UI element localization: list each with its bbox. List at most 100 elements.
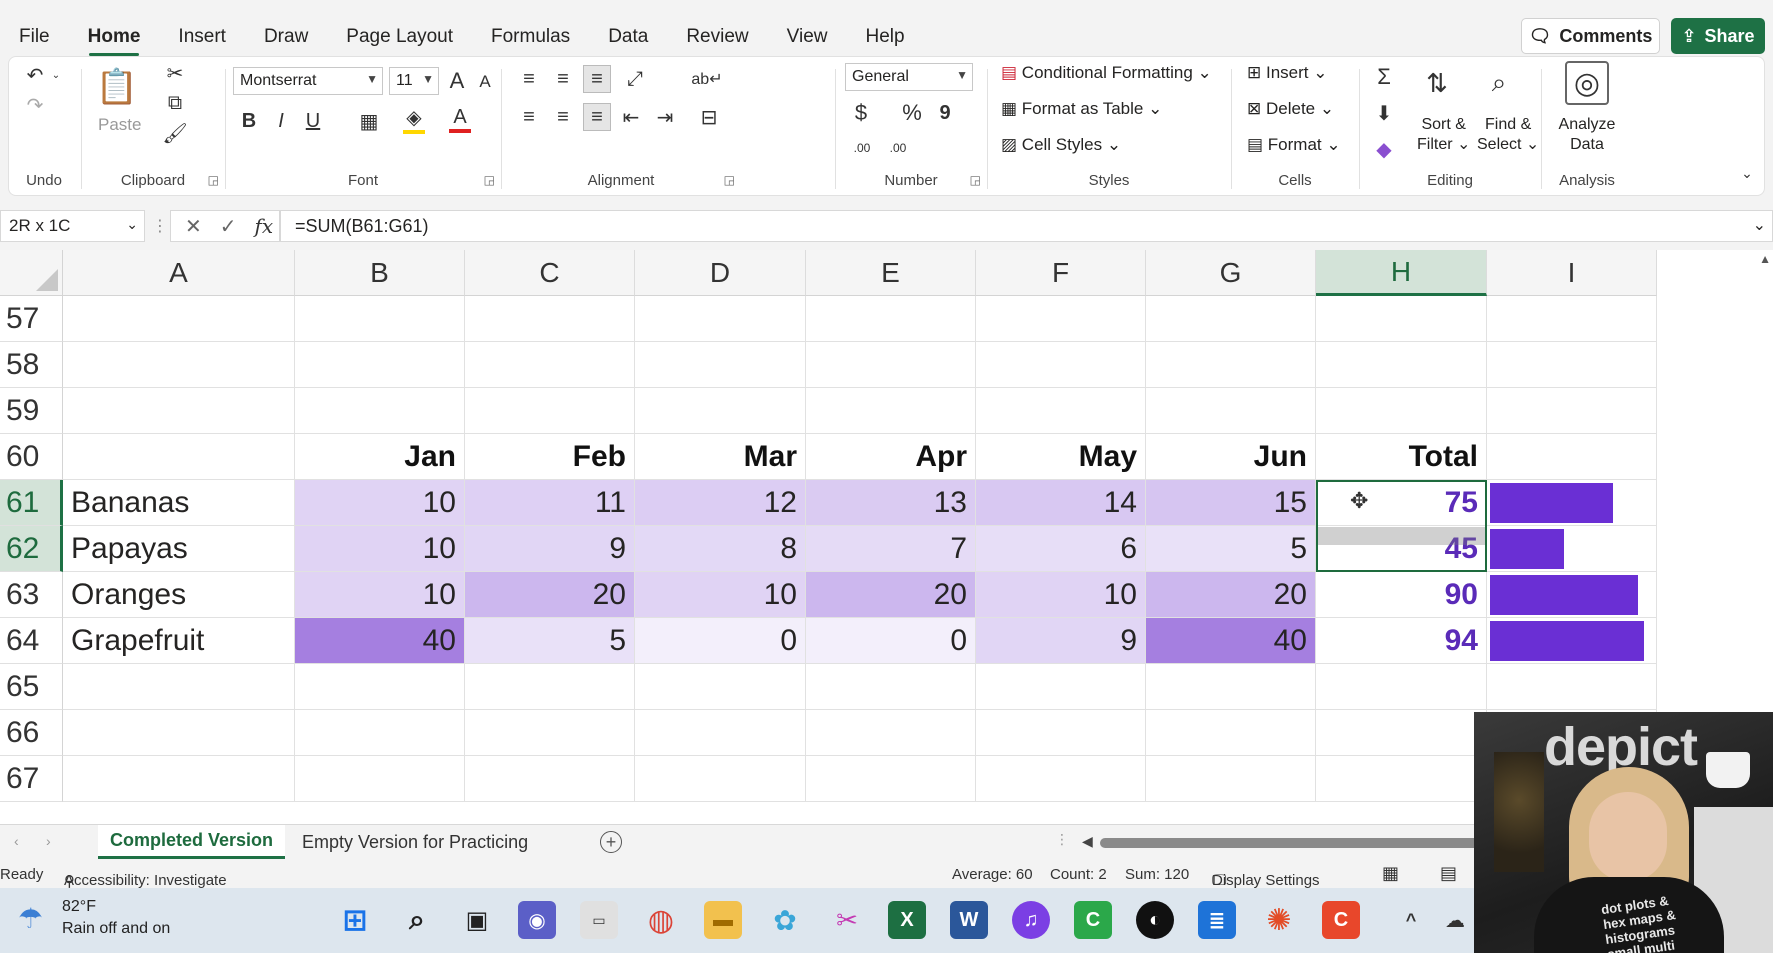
cut-icon[interactable]: ✂ xyxy=(163,61,187,85)
cell-f60[interactable]: May xyxy=(976,434,1146,480)
find-select-icon[interactable]: ⌕ xyxy=(1479,63,1519,103)
cell-c59[interactable] xyxy=(465,388,635,434)
cell-b63[interactable]: 10 xyxy=(295,572,465,618)
cell-b66[interactable] xyxy=(295,710,465,756)
undo-icon[interactable]: ↶ xyxy=(21,61,49,89)
cell-c62[interactable]: 9 xyxy=(465,526,635,572)
cell-g59[interactable] xyxy=(1146,388,1316,434)
cell-h63[interactable]: 90 xyxy=(1316,572,1487,618)
number-format-select[interactable]: General ▼ xyxy=(845,63,973,91)
redo-icon[interactable]: ↷ xyxy=(21,91,49,119)
cell-g63[interactable]: 20 xyxy=(1146,572,1316,618)
cell-h65[interactable] xyxy=(1316,664,1487,710)
font-launcher-icon[interactable]: ◲ xyxy=(484,173,495,187)
cell-e62[interactable]: 7 xyxy=(806,526,976,572)
delete-cells-button[interactable]: ⊠ Delete ⌄ xyxy=(1247,99,1334,119)
sort-filter-icon[interactable]: ⇅ xyxy=(1417,63,1457,103)
cell-d59[interactable] xyxy=(635,388,806,434)
cell-g61[interactable]: 15 xyxy=(1146,480,1316,526)
name-box[interactable]: 2R x 1C ⌄ xyxy=(0,210,145,242)
cell-g57[interactable] xyxy=(1146,296,1316,342)
cell-h59[interactable] xyxy=(1316,388,1487,434)
paste-icon[interactable]: 📋 xyxy=(96,65,138,109)
menu-tab-data[interactable]: Data xyxy=(589,18,667,56)
orientation-icon[interactable]: ⤢ xyxy=(617,65,653,93)
font-color-icon[interactable]: A xyxy=(445,103,475,135)
cell-c66[interactable] xyxy=(465,710,635,756)
row-header-63[interactable]: 63 xyxy=(0,572,63,618)
cell-h60[interactable]: Total xyxy=(1316,434,1487,480)
cell-i61[interactable] xyxy=(1487,480,1657,526)
docs-app-icon[interactable]: ≣ xyxy=(1198,901,1236,939)
cell-h64[interactable]: 94 xyxy=(1316,618,1487,664)
cell-d67[interactable] xyxy=(635,756,806,802)
cell-f58[interactable] xyxy=(976,342,1146,388)
column-header-e[interactable]: E xyxy=(806,250,976,296)
cell-d58[interactable] xyxy=(635,342,806,388)
fill-color-icon[interactable]: ◈ xyxy=(399,103,429,135)
cell-e59[interactable] xyxy=(806,388,976,434)
cell-g58[interactable] xyxy=(1146,342,1316,388)
alignment-launcher-icon[interactable]: ◲ xyxy=(724,173,735,187)
format-as-table-button[interactable]: ▦ Format as Table ⌄ xyxy=(1001,99,1162,119)
cell-i64[interactable] xyxy=(1487,618,1657,664)
ribbon-collapse-icon[interactable]: ⌄ xyxy=(1737,163,1757,183)
prev-sheet-icon[interactable]: ‹ xyxy=(14,833,19,849)
copy-icon[interactable]: ⧉ xyxy=(163,91,187,115)
clipboard-launcher-icon[interactable]: ◲ xyxy=(208,173,219,187)
menu-tab-help[interactable]: Help xyxy=(846,18,923,56)
cell-f65[interactable] xyxy=(976,664,1146,710)
menu-tab-file[interactable]: File xyxy=(0,18,69,56)
sheet-tab-1[interactable]: Completed Version xyxy=(98,825,286,859)
cell-f67[interactable] xyxy=(976,756,1146,802)
column-header-d[interactable]: D xyxy=(635,250,806,296)
cell-d61[interactable]: 12 xyxy=(635,480,806,526)
cell-i62[interactable] xyxy=(1487,526,1657,572)
menu-tab-view[interactable]: View xyxy=(768,18,847,56)
word-icon[interactable]: W xyxy=(950,901,988,939)
merge-center-icon[interactable]: ⊟ xyxy=(689,103,729,131)
cell-e63[interactable]: 20 xyxy=(806,572,976,618)
page-layout-view-icon[interactable]: ▤ xyxy=(1440,863,1457,884)
cell-i65[interactable] xyxy=(1487,664,1657,710)
analyze-data-button[interactable]: Analyze Data xyxy=(1555,115,1619,155)
shrink-font-icon[interactable]: A xyxy=(475,69,495,95)
normal-view-icon[interactable]: ▦ xyxy=(1382,863,1399,884)
cell-d62[interactable]: 8 xyxy=(635,526,806,572)
undo-dropdown-icon[interactable]: ⌄ xyxy=(49,65,63,85)
cell-styles-button[interactable]: ▨ Cell Styles ⌄ xyxy=(1001,135,1121,155)
cell-a64[interactable]: Grapefruit xyxy=(63,618,295,664)
insert-function-icon[interactable]: fx xyxy=(255,214,274,238)
row-header-62[interactable]: 62 xyxy=(0,526,63,572)
cell-f62[interactable]: 6 xyxy=(976,526,1146,572)
chevron-down-icon[interactable]: ⌄ xyxy=(1753,215,1766,235)
task-view-icon[interactable]: ▣ xyxy=(458,901,496,939)
chevron-up-icon[interactable]: ^ xyxy=(1392,901,1430,939)
fill-icon[interactable]: ⬇ xyxy=(1369,99,1399,127)
pinwheel-app-icon[interactable]: ✺ xyxy=(1260,901,1298,939)
cell-e58[interactable] xyxy=(806,342,976,388)
teams-chat-icon[interactable]: ◉ xyxy=(518,901,556,939)
more-options-icon[interactable]: ⋮ xyxy=(152,216,168,236)
cell-a62[interactable]: Papayas xyxy=(63,526,295,572)
cell-c57[interactable] xyxy=(465,296,635,342)
grow-font-icon[interactable]: A xyxy=(445,67,469,95)
row-header-60[interactable]: 60 xyxy=(0,434,63,480)
find-select-button[interactable]: Find & Select ⌄ xyxy=(1477,115,1539,155)
cell-e61[interactable]: 13 xyxy=(806,480,976,526)
decrease-indent-icon[interactable]: ⇤ xyxy=(617,103,645,131)
underline-button[interactable]: U xyxy=(299,107,327,135)
row-header-67[interactable]: 67 xyxy=(0,756,63,802)
format-cells-button[interactable]: ▤ Format ⌄ xyxy=(1247,135,1341,155)
cell-g64[interactable]: 40 xyxy=(1146,618,1316,664)
formula-input[interactable]: =SUM(B61:G61) ⌄ xyxy=(280,210,1773,242)
splitter-icon[interactable]: ⋮ xyxy=(1055,831,1069,848)
cell-g65[interactable] xyxy=(1146,664,1316,710)
cell-g66[interactable] xyxy=(1146,710,1316,756)
camtasia-icon[interactable]: C xyxy=(1074,901,1112,939)
cell-e57[interactable] xyxy=(806,296,976,342)
sheet-tab-2[interactable]: Empty Version for Practicing xyxy=(290,825,540,859)
cell-f57[interactable] xyxy=(976,296,1146,342)
column-header-f[interactable]: F xyxy=(976,250,1146,296)
column-header-b[interactable]: B xyxy=(295,250,465,296)
